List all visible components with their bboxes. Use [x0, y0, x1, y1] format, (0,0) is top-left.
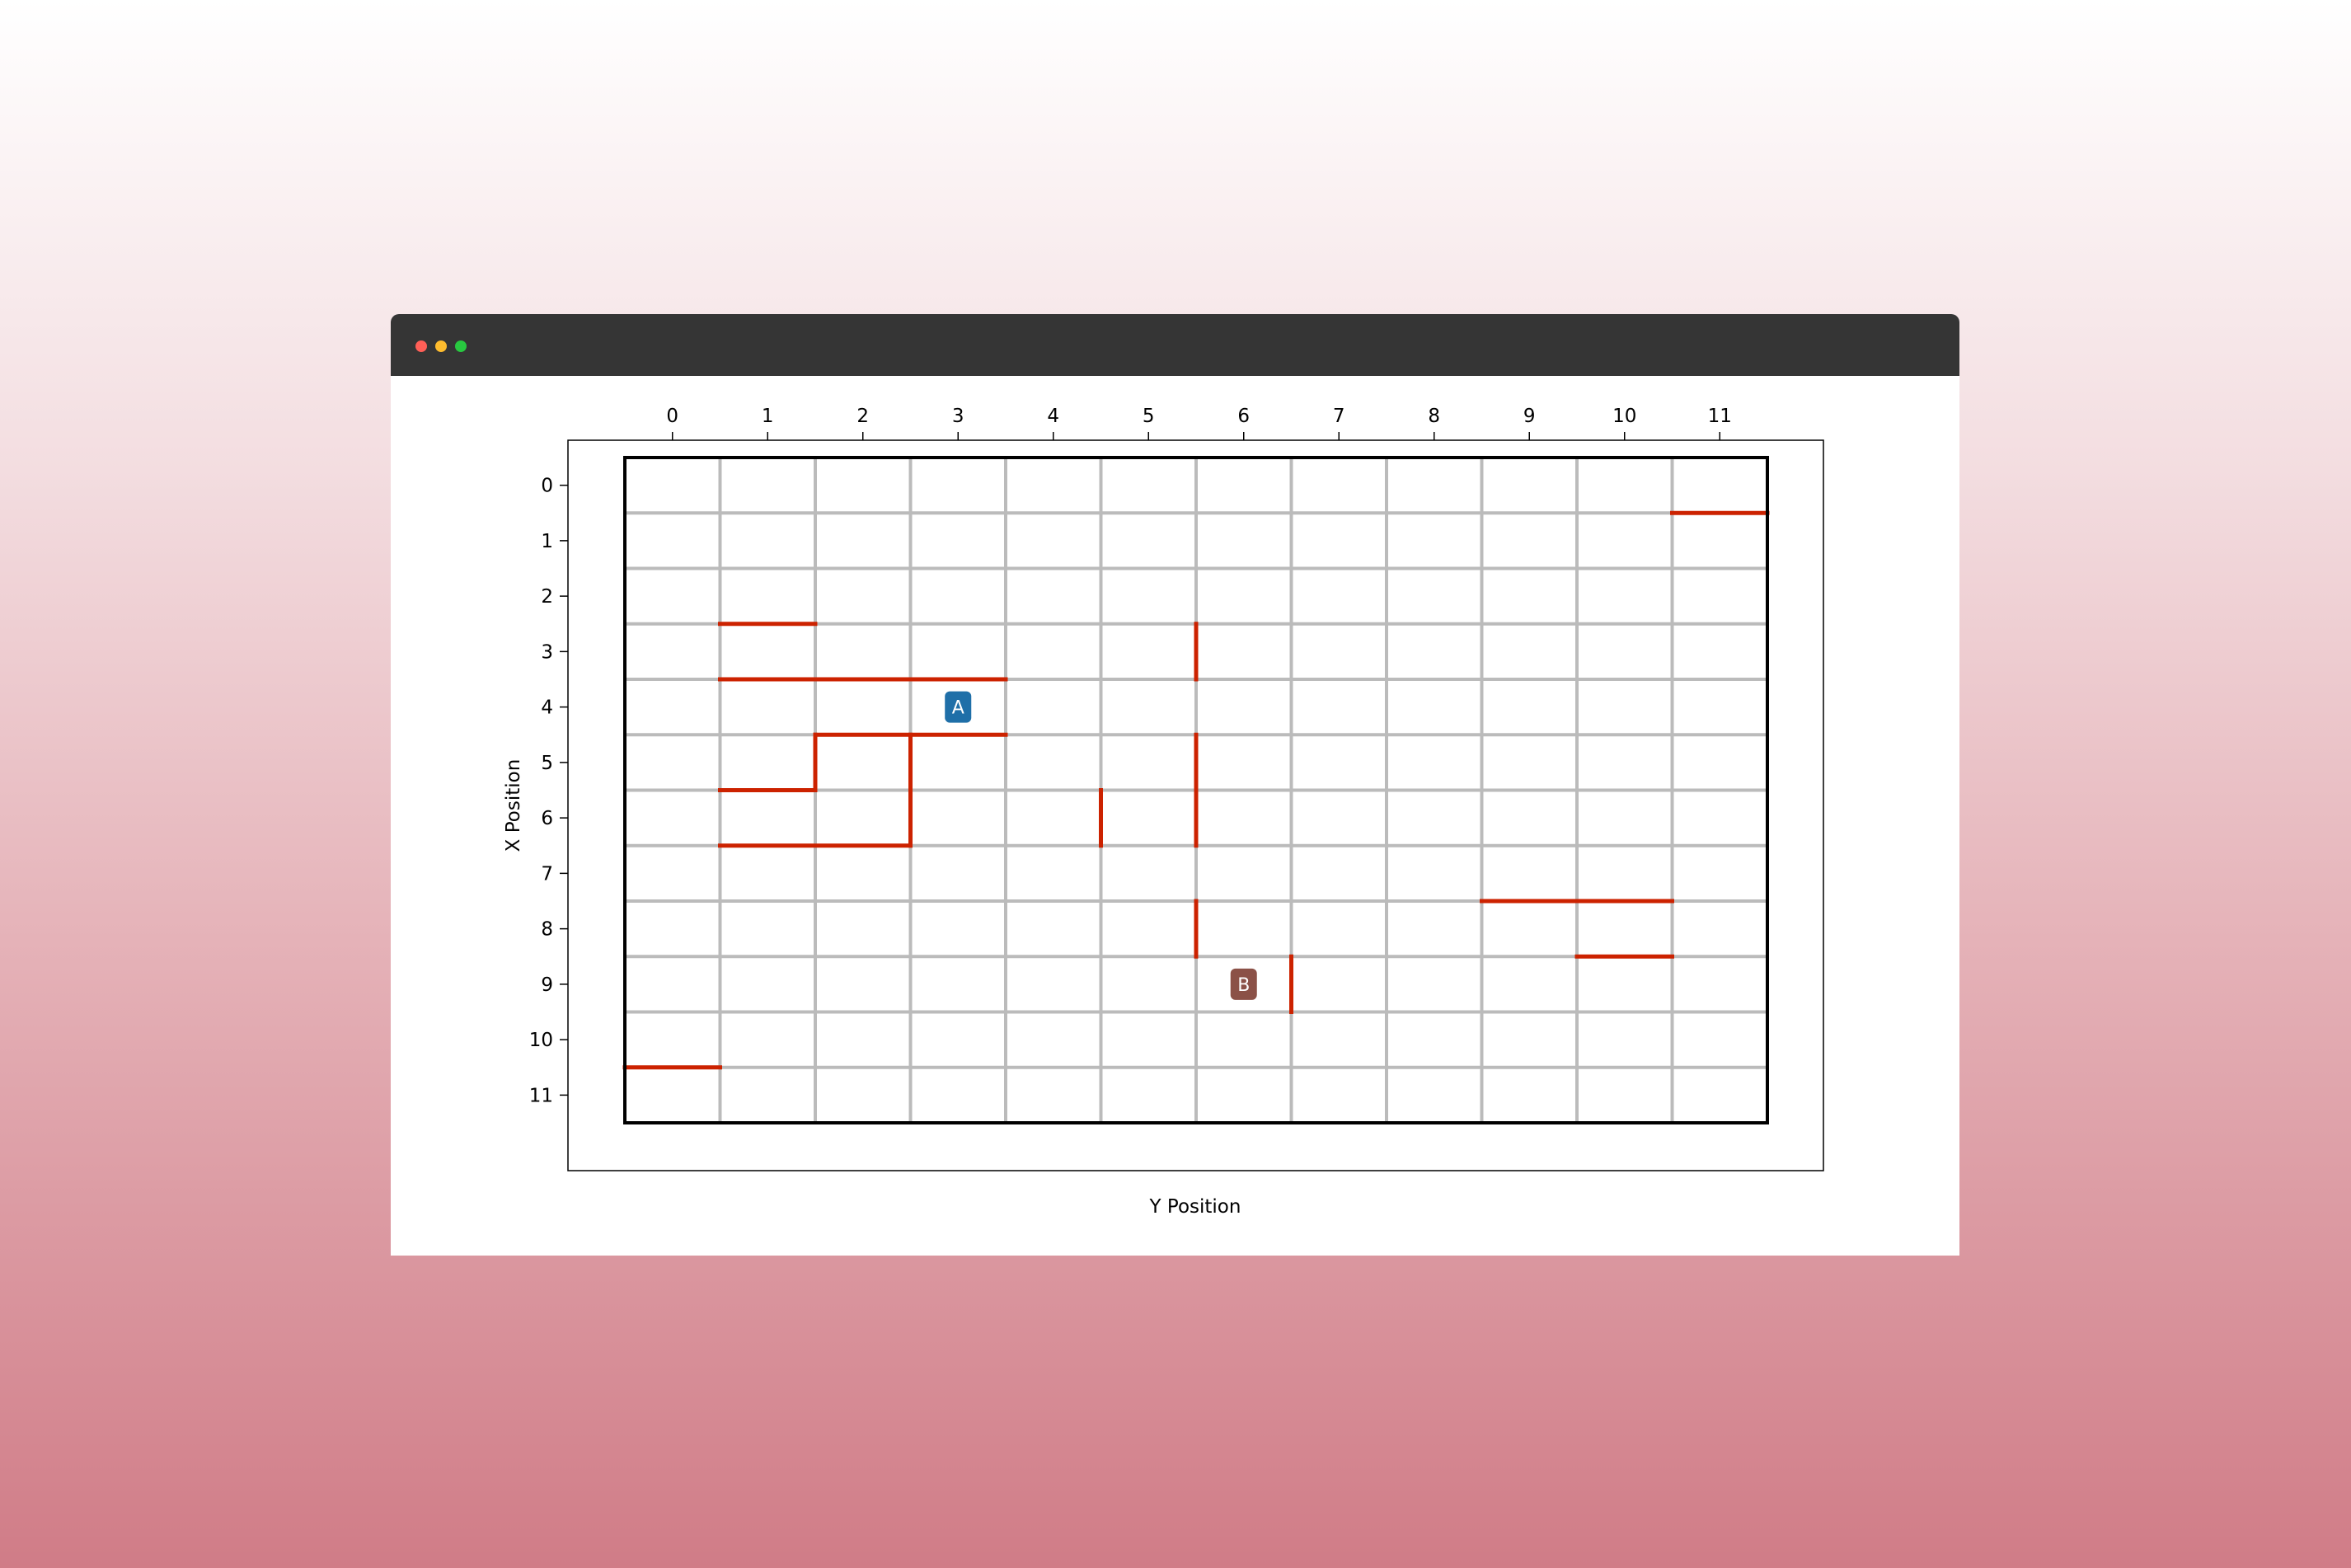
x-tick-label: 3 [952, 406, 964, 427]
title-bar [391, 314, 1959, 376]
x-axis-ticks: 0 1 2 3 4 5 6 7 8 9 10 11 [666, 406, 1732, 440]
y-tick-label: 11 [529, 1085, 553, 1106]
y-tick-label: 6 [541, 808, 553, 829]
maximize-button[interactable] [455, 340, 467, 352]
x-tick-label: 10 [1612, 406, 1636, 427]
x-tick-label: 2 [856, 406, 869, 427]
x-tick-label: 7 [1333, 406, 1345, 427]
y-axis-label: X Position [503, 759, 524, 852]
minimize-button[interactable] [435, 340, 447, 352]
y-axis-ticks: 0 1 2 3 4 5 6 7 8 9 10 11 [529, 476, 568, 1106]
y-tick-label: 1 [541, 531, 553, 552]
y-tick-label: 3 [541, 641, 553, 663]
x-axis-label: Y Position [1149, 1196, 1241, 1218]
y-tick-label: 5 [541, 753, 553, 774]
y-tick-label: 7 [541, 863, 553, 885]
x-tick-label: 11 [1708, 406, 1732, 427]
grid-plot: 0 1 2 3 4 5 6 7 8 9 10 11 0 1 2 3 4 5 6 7 8 9 10 11 A B Y Posit… [503, 406, 1824, 1218]
y-tick-label: 9 [541, 974, 553, 996]
close-button[interactable] [415, 340, 427, 352]
agent-label: B [1237, 975, 1250, 996]
x-tick-label: 5 [1143, 406, 1155, 427]
x-tick-label: 6 [1237, 406, 1250, 427]
agent-label: A [952, 698, 964, 719]
y-tick-label: 4 [541, 697, 553, 719]
y-tick-label: 10 [529, 1030, 553, 1051]
x-tick-label: 8 [1428, 406, 1440, 427]
agent-marker-b: B [1230, 968, 1257, 1000]
x-tick-label: 9 [1523, 406, 1536, 427]
y-tick-label: 8 [541, 919, 553, 941]
app-window: 0 1 2 3 4 5 6 7 8 9 10 11 0 1 2 3 4 5 6 7 8 9 10 11 A B Y Posit… [391, 314, 1959, 1256]
agent-marker-a: A [945, 691, 972, 723]
x-tick-label: 0 [666, 406, 678, 427]
y-tick-label: 2 [541, 586, 553, 608]
x-tick-label: 4 [1047, 406, 1059, 427]
y-tick-label: 0 [541, 476, 553, 497]
x-tick-label: 1 [762, 406, 774, 427]
